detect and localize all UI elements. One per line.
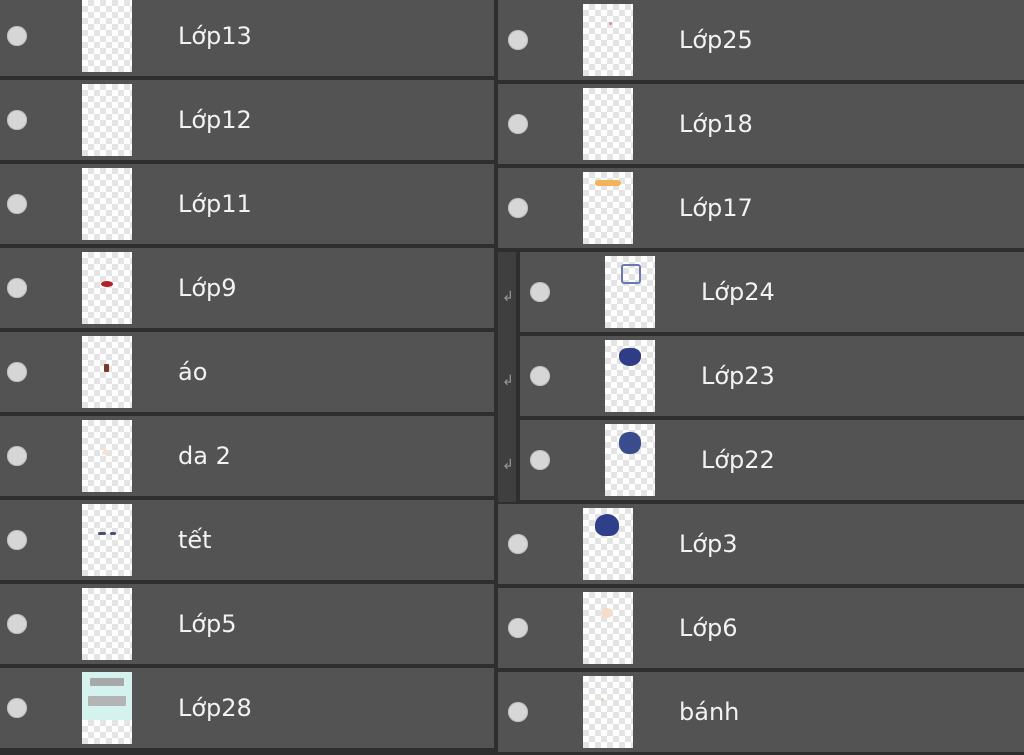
visibility-dot-icon[interactable] (508, 30, 528, 50)
layer-thumbnail[interactable] (82, 84, 132, 156)
thumbnail-content (90, 678, 124, 686)
layer-thumbnail[interactable] (82, 504, 132, 576)
visibility-dot-icon[interactable] (508, 702, 528, 722)
visibility-dot-icon[interactable] (7, 446, 27, 466)
layer-name[interactable]: tết (178, 525, 212, 555)
layer-row-lop11[interactable]: Lớp11 (0, 164, 494, 246)
visibility-dot-icon[interactable] (7, 278, 27, 298)
visibility-dot-icon[interactable] (508, 618, 528, 638)
layer-name[interactable]: da 2 (178, 441, 231, 471)
thumbnail-content (609, 22, 612, 25)
thumbnail-content (102, 450, 110, 455)
layer-thumbnail[interactable] (82, 0, 132, 72)
layer-thumbnail[interactable] (605, 256, 655, 328)
layer-thumbnail[interactable] (82, 672, 132, 744)
visibility-dot-icon[interactable] (7, 194, 27, 214)
layer-row-lop23[interactable]: Lớp23 (520, 336, 1024, 418)
layer-row-lop28[interactable]: Lớp28 (0, 668, 494, 750)
layer-thumbnail[interactable] (583, 4, 633, 76)
layer-row-lop24[interactable]: Lớp24 (520, 252, 1024, 334)
layer-row-lop22[interactable]: Lớp22 (520, 420, 1024, 502)
thumbnail-content (619, 348, 641, 366)
visibility-dot-icon[interactable] (530, 450, 550, 470)
visibility-dot-icon[interactable] (508, 534, 528, 554)
visibility-dot-icon[interactable] (7, 698, 27, 718)
visibility-dot-icon[interactable] (7, 530, 27, 550)
thumbnail-content (101, 281, 113, 287)
visibility-dot-icon[interactable] (7, 614, 27, 634)
layer-thumbnail[interactable] (82, 252, 132, 324)
layer-row-lop13[interactable]: Lớp13 (0, 0, 494, 78)
layer-thumbnail[interactable] (605, 340, 655, 412)
layer-row-lop25[interactable]: Lớp25 (498, 0, 1024, 82)
visibility-dot-icon[interactable] (508, 198, 528, 218)
visibility-dot-icon[interactable] (508, 114, 528, 134)
layer-row-tet[interactable]: tết (0, 500, 494, 582)
clipping-arrow-icon: ↲ (502, 289, 514, 305)
layer-row-lop18[interactable]: Lớp18 (498, 84, 1024, 166)
layer-thumbnail[interactable] (82, 588, 132, 660)
thumbnail-content (619, 432, 641, 454)
layer-name[interactable]: Lớp23 (701, 361, 775, 391)
layer-row-lop5[interactable]: Lớp5 (0, 584, 494, 666)
layer-name[interactable]: Lớp12 (178, 105, 252, 135)
thumbnail-content (88, 696, 126, 706)
visibility-dot-icon[interactable] (530, 366, 550, 386)
layers-panel-right: Lớp25 Lớp18 Lớp17 Lớp24 Lớp23 Lớp22 Lớp3 Lớp6 bá… (498, 0, 1024, 755)
clipping-arrow-icon: ↲ (502, 373, 514, 389)
layer-thumbnail[interactable] (583, 508, 633, 580)
layer-thumbnail[interactable] (583, 676, 633, 748)
thumbnail-content (601, 608, 613, 618)
layer-name[interactable]: Lớp18 (679, 109, 753, 139)
layer-name[interactable]: Lớp13 (178, 21, 252, 51)
thumbnail-content (595, 180, 621, 186)
layer-name[interactable]: Lớp17 (679, 193, 753, 223)
thumbnail-content (110, 532, 116, 535)
layers-panel-left: Lớp13 Lớp12 Lớp11 Lớp9 áo da 2 tết Lớp5 Lớp28 (0, 0, 494, 755)
layer-thumbnail[interactable] (583, 88, 633, 160)
layer-name[interactable]: Lớp28 (178, 693, 252, 723)
layer-name[interactable]: Lớp3 (679, 529, 738, 559)
layer-name[interactable]: Lớp22 (701, 445, 775, 475)
thumbnail-content (104, 364, 109, 372)
layer-row-lop17[interactable]: Lớp17 (498, 168, 1024, 250)
thumbnail-content (601, 698, 604, 701)
layer-name[interactable]: Lớp24 (701, 277, 775, 307)
visibility-dot-icon[interactable] (7, 110, 27, 130)
layer-row-lop12[interactable]: Lớp12 (0, 80, 494, 162)
layer-row-lop6[interactable]: Lớp6 (498, 588, 1024, 670)
visibility-dot-icon[interactable] (7, 26, 27, 46)
thumbnail-content (98, 532, 106, 535)
layer-row-lop9[interactable]: Lớp9 (0, 248, 494, 330)
layer-row-lop3[interactable]: Lớp3 (498, 504, 1024, 586)
layer-thumbnail[interactable] (82, 168, 132, 240)
layer-name[interactable]: Lớp25 (679, 25, 753, 55)
clipping-arrow-icon: ↲ (502, 457, 514, 473)
layer-name[interactable]: bánh (679, 697, 739, 727)
layer-thumbnail[interactable] (583, 592, 633, 664)
layer-row-da-2[interactable]: da 2 (0, 416, 494, 498)
layer-row-ao[interactable]: áo (0, 332, 494, 414)
layer-name[interactable]: Lớp6 (679, 613, 738, 643)
layer-name[interactable]: Lớp9 (178, 273, 237, 303)
visibility-dot-icon[interactable] (7, 362, 27, 382)
layer-thumbnail[interactable] (82, 420, 132, 492)
layer-thumbnail[interactable] (605, 424, 655, 496)
layer-name[interactable]: Lớp11 (178, 189, 252, 219)
layer-thumbnail[interactable] (583, 172, 633, 244)
visibility-dot-icon[interactable] (530, 282, 550, 302)
layer-row-banh[interactable]: bánh (498, 672, 1024, 754)
layer-name[interactable]: áo (178, 357, 207, 387)
thumbnail-content (621, 264, 641, 284)
layer-thumbnail[interactable] (82, 336, 132, 408)
thumbnail-content (595, 514, 619, 536)
layer-name[interactable]: Lớp5 (178, 609, 237, 639)
